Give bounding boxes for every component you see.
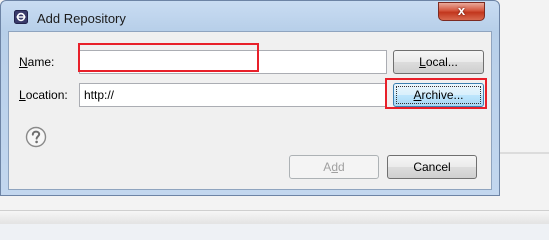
name-label-text: ame: <box>27 55 55 69</box>
dialog-body: Name: Local... Location: http:// Archive… <box>8 31 492 190</box>
focus-ring <box>396 86 481 104</box>
location-label-hotkey: L <box>19 88 26 102</box>
local-button-hotkey: L <box>419 55 426 69</box>
cancel-button[interactable]: Cancel <box>387 155 477 179</box>
close-button[interactable]: x <box>438 2 485 21</box>
name-label-hotkey: N <box>19 55 28 69</box>
add-button[interactable]: Add <box>289 155 379 179</box>
eclipse-app-icon <box>14 10 28 24</box>
help-question-icon[interactable] <box>25 126 47 148</box>
name-label: Name: <box>19 55 54 69</box>
location-label: Location: <box>19 88 68 102</box>
close-icon: x <box>457 3 466 18</box>
archive-button[interactable]: Archive... <box>393 83 484 107</box>
add-repository-dialog: Add Repository x Name: Local... Location… <box>0 0 500 196</box>
local-button-label: ocal... <box>425 55 458 69</box>
title-bar[interactable]: Add Repository x <box>1 1 499 31</box>
location-label-text: ocation: <box>25 88 68 102</box>
name-input[interactable] <box>79 50 387 74</box>
location-input[interactable]: http:// <box>79 83 387 107</box>
background-bottom-bar <box>0 210 549 224</box>
window-title: Add Repository <box>37 11 126 26</box>
add-button-hotkey: d <box>331 160 338 174</box>
local-button[interactable]: Local... <box>393 50 484 74</box>
add-button-label-end: d <box>338 160 345 174</box>
